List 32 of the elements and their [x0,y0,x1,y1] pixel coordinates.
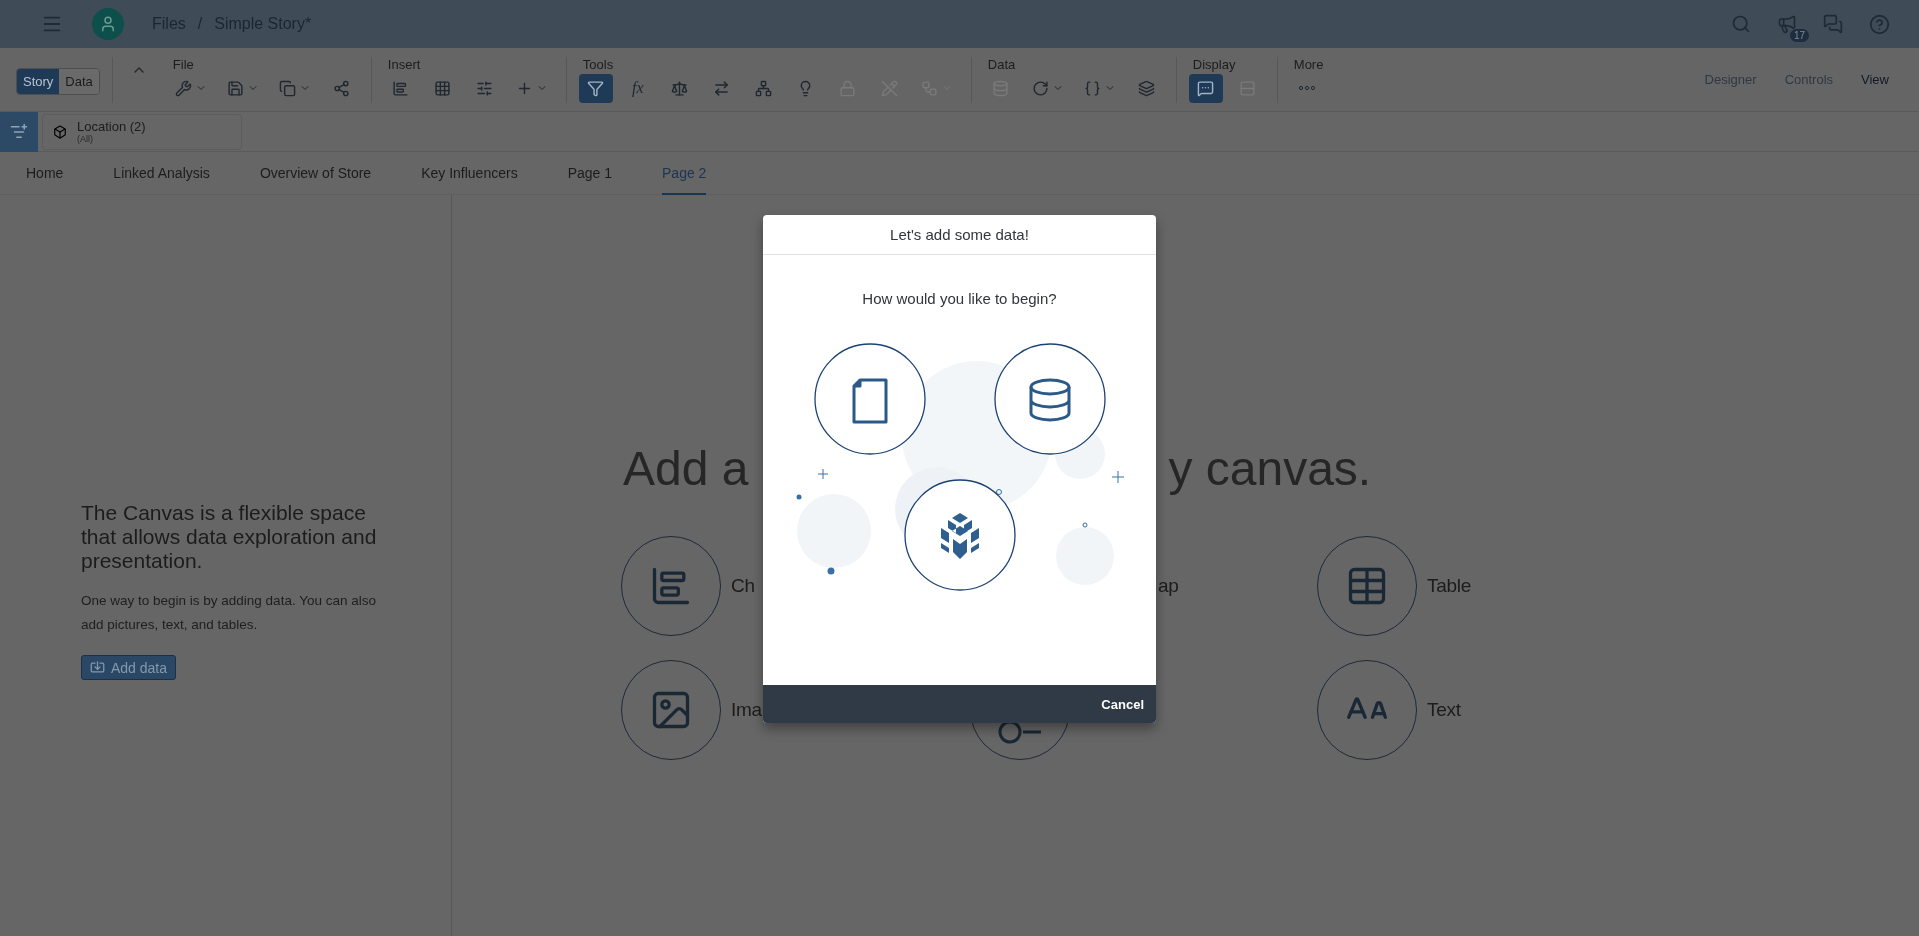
group-label: File [171,56,195,72]
group-label: Data [986,56,1017,72]
panel-heading: The Canvas is a flexible space that allows data exploration and presentation. [81,501,378,573]
toggle-option[interactable]: Data [59,69,99,94]
option-label: Table [1427,575,1471,597]
toolbar-button[interactable]: fx [620,73,655,103]
breadcrumb-separator: / [197,15,203,33]
page-tab[interactable]: Linked Analysis [113,152,210,195]
notification-badge: 17 [1789,29,1809,42]
canvas-heading: y canvas. [1168,440,1372,496]
group-label: Tools [581,56,615,72]
add-data-button[interactable]: Add data [81,655,177,680]
group-label: Insert [386,56,422,72]
page-tab[interactable]: Page 1 [567,152,612,195]
page-tab[interactable]: Home [26,152,64,195]
cancel-button[interactable]: Cancel [1097,692,1148,716]
canvas-heading: Add a [623,440,749,496]
mode-link[interactable]: View [1861,72,1889,87]
filter-label: Location (2) [77,119,146,134]
group-label: More [1292,56,1324,72]
option-label: Ch [731,575,755,597]
toggle-option[interactable]: Story [17,69,60,94]
dialog-prompt: How would you like to begin? [862,290,1057,307]
option-label: ap [1158,575,1179,597]
dialog-title: Let's add some data! [890,226,1029,243]
group-label: Display [1191,56,1237,72]
option-label: Text [1427,699,1461,721]
page-tab[interactable]: Key Influencers [421,152,518,195]
page-tab[interactable]: Page 2 [662,152,707,195]
page-tab[interactable]: Overview of Store [259,152,372,195]
option-label: Ima [731,699,762,721]
panel-text: One way to begin is by adding data. You can also add pictures, text, and tables. [81,592,377,634]
